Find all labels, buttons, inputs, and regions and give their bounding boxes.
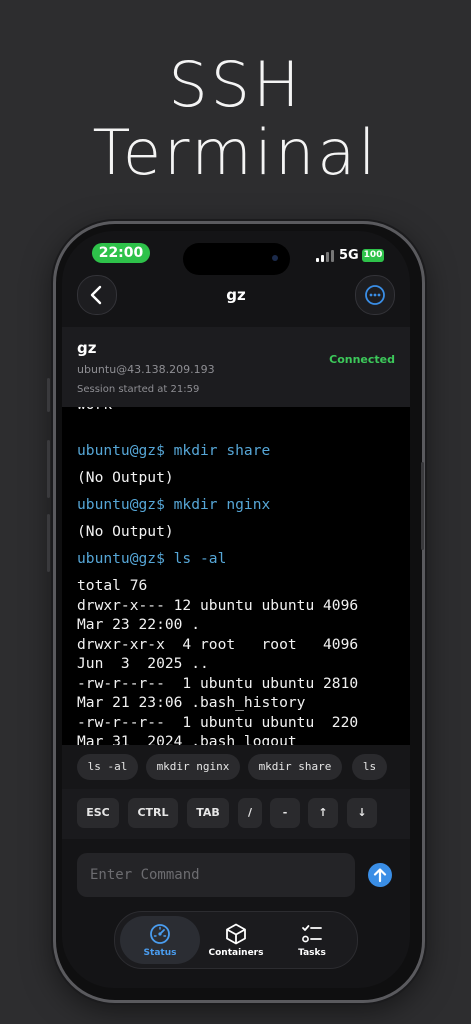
tab-tasks-label: Tasks — [298, 948, 326, 958]
session-start-time: Session started at 21:59 — [77, 384, 200, 395]
phone-screen: 22:00 5G 100 gz gz ubuntu@43.138.209.193… — [62, 231, 410, 988]
power-button — [421, 462, 424, 550]
side-button — [47, 514, 50, 572]
bottom-tab-bar: Status Containers Tasks — [114, 911, 358, 969]
quick-command-chip[interactable]: ls -al — [77, 754, 138, 780]
key-arrow-down[interactable]: ↓ — [347, 798, 377, 828]
terminal-command-line: ubuntu@gz$ mkdir nginx — [77, 496, 271, 513]
tab-tasks[interactable]: Tasks — [272, 916, 352, 964]
terminal-line: drwxr-xr-x 4 root root 4096 — [77, 636, 359, 653]
quick-command-chip[interactable]: mkdir nginx — [146, 754, 240, 780]
terminal-line: Mar 23 22:00 . — [77, 616, 201, 633]
terminal-line: (No Output) — [77, 523, 174, 540]
network-type: 5G — [339, 248, 359, 263]
cellular-signal-icon — [316, 250, 336, 262]
ellipsis-circle-icon — [365, 285, 385, 305]
special-keys-bar: ESC CTRL TAB / - ↑ ↓ — [62, 789, 410, 839]
arrow-up-icon — [373, 868, 387, 883]
dynamic-island — [183, 243, 290, 275]
terminal-line: (No Output) — [77, 469, 174, 486]
side-button — [47, 378, 50, 412]
cube-icon — [226, 923, 246, 945]
terminal-line: Mar 31 2024 .bash_logout — [77, 733, 297, 745]
connection-status: Connected — [329, 353, 395, 366]
key-slash[interactable]: / — [238, 798, 262, 828]
status-time: 22:00 — [92, 243, 150, 263]
tab-containers[interactable]: Containers — [196, 916, 276, 964]
terminal-line: drwxr-x--- 12 ubuntu ubuntu 4096 — [77, 597, 359, 614]
tab-status-label: Status — [143, 948, 177, 958]
key-tab[interactable]: TAB — [187, 798, 229, 828]
terminal-output[interactable]: work ubuntu@gz$ mkdir share (No Output) … — [62, 407, 410, 745]
tab-containers-label: Containers — [208, 948, 264, 958]
quick-commands-bar: ls -al mkdir nginx mkdir share ls — [62, 745, 410, 789]
key-ctrl[interactable]: CTRL — [128, 798, 178, 828]
command-input[interactable] — [77, 853, 355, 897]
session-info-panel: gz ubuntu@43.138.209.193 Session started… — [62, 327, 410, 407]
gauge-icon — [150, 924, 170, 944]
battery-indicator: 100 — [362, 249, 384, 262]
side-button — [47, 440, 50, 498]
send-button[interactable] — [368, 863, 392, 887]
checklist-icon — [302, 925, 322, 943]
key-dash[interactable]: - — [270, 798, 300, 828]
quick-command-chip[interactable]: ls — [352, 754, 387, 780]
tab-status[interactable]: Status — [120, 916, 200, 964]
promo-title-line2: Terminal — [92, 116, 379, 189]
terminal-command-line: ubuntu@gz$ mkdir share — [77, 442, 271, 459]
terminal-command-line: ubuntu@gz$ ls -al — [77, 550, 227, 567]
terminal-line: -rw-r--r-- 1 ubuntu ubuntu 2810 — [77, 675, 359, 692]
session-host: ubuntu@43.138.209.193 — [77, 363, 215, 376]
key-arrow-up[interactable]: ↑ — [308, 798, 338, 828]
quick-command-chip[interactable]: mkdir share — [248, 754, 342, 780]
terminal-line: total 76 — [77, 577, 148, 594]
terminal-line: Mar 21 23:06 .bash_history — [77, 694, 306, 711]
session-name: gz — [77, 339, 97, 357]
terminal-line: -rw-r--r-- 1 ubuntu ubuntu 220 — [77, 714, 359, 731]
more-options-button[interactable] — [355, 275, 395, 315]
key-esc[interactable]: ESC — [77, 798, 119, 828]
promo-title-line1: SSH — [168, 48, 303, 121]
terminal-line: work — [77, 407, 112, 413]
terminal-line: Jun 3 2025 .. — [77, 655, 209, 672]
